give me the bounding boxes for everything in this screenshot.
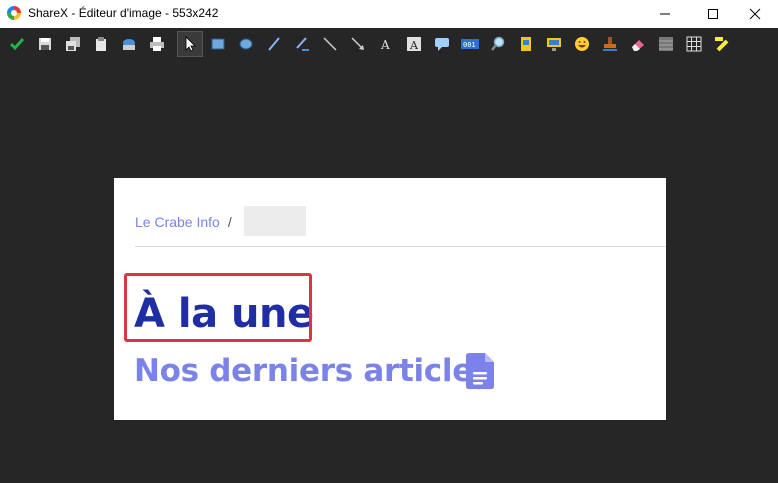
arrow-icon [351, 37, 364, 50]
cursor-tool-button[interactable] [598, 32, 622, 56]
image-screen-icon [547, 38, 561, 51]
save-as-button[interactable] [61, 32, 85, 56]
svg-text:001: 001 [463, 41, 476, 49]
maximize-button[interactable] [690, 0, 736, 28]
rectangle-icon [211, 38, 225, 50]
cursor-stamp-icon [603, 37, 617, 51]
save-as-icon [66, 37, 80, 51]
svg-text:A: A [380, 38, 390, 52]
ellipse-tool-button[interactable] [234, 32, 258, 56]
sticker-tool-button[interactable] [570, 32, 594, 56]
speech-balloon-icon [435, 38, 449, 51]
highlight-marker-icon [715, 37, 729, 52]
eraser-icon [632, 40, 644, 51]
blur-icon [659, 37, 673, 51]
confirm-checkmark-icon [9, 38, 25, 51]
print-button[interactable] [145, 32, 169, 56]
editor-toolbar: A A 001 [0, 28, 778, 60]
redacted-breadcrumb-area [244, 206, 306, 236]
blur-tool-button[interactable] [654, 32, 678, 56]
smart-eraser-pen-icon [296, 37, 309, 51]
highlight-tool-button[interactable] [710, 32, 734, 56]
magnify-tool-button[interactable] [486, 32, 510, 56]
rectangle-tool-button[interactable] [206, 32, 230, 56]
window-title: ShareX - Éditeur d'image - 553x242 [28, 6, 219, 20]
line-icon [323, 37, 337, 51]
breadcrumb-site-link: Le Crabe Info [135, 214, 220, 230]
minimize-button[interactable] [642, 0, 688, 28]
breadcrumb-separator: / [227, 214, 232, 230]
copy-clipboard-icon [96, 37, 106, 51]
line-tool-button[interactable] [318, 32, 342, 56]
emoji-sticker-icon [575, 37, 589, 51]
sharex-logo-icon [7, 6, 21, 20]
title-bar: ShareX - Éditeur d'image - 553x242 [0, 0, 778, 28]
close-icon [749, 8, 761, 20]
text-icon: A [380, 38, 390, 52]
upload-icon [123, 39, 135, 50]
magnify-icon [491, 36, 505, 51]
print-icon [150, 37, 164, 51]
minimize-icon [660, 13, 670, 15]
annotation-rectangle[interactable] [124, 273, 312, 342]
freehand-tool-button[interactable] [262, 32, 286, 56]
image-file-tool-button[interactable] [514, 32, 538, 56]
text-background-icon: A [407, 37, 421, 52]
save-button[interactable] [33, 32, 57, 56]
svg-text:A: A [409, 39, 419, 52]
save-icon [39, 38, 51, 50]
document-icon [466, 353, 494, 389]
copy-clipboard-button[interactable] [89, 32, 113, 56]
text-tool-button[interactable]: A [374, 32, 398, 56]
pixelate-icon [686, 36, 702, 52]
arrow-tool-button[interactable] [346, 32, 370, 56]
maximize-icon [708, 9, 718, 19]
confirm-button[interactable] [5, 32, 29, 56]
image-screen-tool-button[interactable] [542, 32, 566, 56]
smart-pen-tool-button[interactable] [290, 32, 314, 56]
select-pointer-icon [185, 36, 196, 52]
ellipse-icon [239, 38, 253, 50]
step-number-icon: 001 [461, 39, 479, 49]
eraser-tool-button[interactable] [626, 32, 650, 56]
pixelate-tool-button[interactable] [682, 32, 706, 56]
speech-balloon-tool-button[interactable] [430, 32, 454, 56]
text-background-tool-button[interactable]: A [402, 32, 426, 56]
breadcrumb: Le Crabe Info / [135, 213, 238, 231]
select-tool-button[interactable] [177, 31, 203, 57]
divider [135, 246, 666, 247]
upload-button[interactable] [117, 32, 141, 56]
image-file-icon [521, 37, 531, 51]
close-button[interactable] [732, 0, 778, 28]
page-subheadline: Nos derniers articles [134, 353, 492, 389]
freehand-pen-icon [268, 37, 280, 51]
step-number-tool-button[interactable]: 001 [458, 32, 482, 56]
